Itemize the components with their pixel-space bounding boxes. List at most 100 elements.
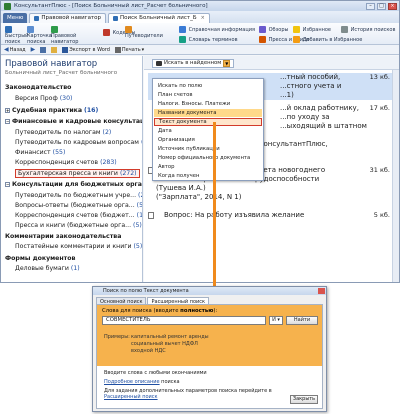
navigator-item[interactable]: Пресса и книги (бюджетные орга... (5) <box>15 222 142 229</box>
back-button[interactable]: ◀ Назад <box>4 46 26 53</box>
navigator-icon <box>34 16 40 21</box>
example-item: входной НДС <box>131 348 166 354</box>
document-icon <box>148 211 154 219</box>
dropdown-menu-item[interactable]: Текст документа <box>154 118 262 126</box>
close-button[interactable]: Закрыть <box>290 395 318 404</box>
dropdown-menu-item[interactable]: Источник публикации <box>154 145 262 153</box>
navigator-item-label: Финансовые и кадровые консультации <box>12 118 143 125</box>
search-words-input[interactable]: СОВМЕСТИТЕЛЬ <box>102 316 266 325</box>
navigator-item[interactable]: Путеводитель по бюджетным учре...(2) <box>15 192 142 199</box>
tab-bar: Меню Правовой навигатор Поиск Больничный… <box>1 11 399 23</box>
prompt-bold: полностью <box>180 308 214 314</box>
navigator-section[interactable]: − Финансовые и кадровые консультации <box>5 118 143 125</box>
navigator-item-label: Вопросы-ответы (бюджетные орга... <box>15 202 135 209</box>
collapse-icon[interactable]: − <box>5 181 10 187</box>
navigator-section[interactable]: Законодательство <box>5 84 71 91</box>
dropdown-menu-item[interactable]: План счетов <box>154 91 262 99</box>
example-item: социальный вычет НДФЛ <box>131 341 198 347</box>
dictionary-button[interactable]: Словарь терминов <box>179 36 238 43</box>
navigator-item[interactable]: Вопросы-ответы (бюджетные орга...(5) <box>15 202 143 209</box>
expand-icon[interactable]: + <box>5 107 10 113</box>
search-card-button[interactable]: Карточка поиска <box>27 26 52 45</box>
info-icon <box>179 26 186 33</box>
navigator-item-label: Консультации для бюджетных органи... <box>12 181 142 188</box>
logic-operator-select[interactable]: И ▾ <box>269 316 283 325</box>
document-title: ...ыходящий в штатном <box>280 122 367 130</box>
minimize-icon[interactable]: – <box>366 2 375 10</box>
reference-info-button[interactable]: Справочная информация <box>179 26 255 33</box>
binoculars-icon <box>156 61 162 66</box>
navigator-section[interactable]: Комментарии законодательства <box>5 233 121 240</box>
export-word-button[interactable]: Экспорт в Word <box>62 46 110 53</box>
document-title: ...й оклад работнику, <box>280 104 359 112</box>
chevron-down-icon[interactable]: ▼ <box>223 60 231 67</box>
navigator-item[interactable]: Финансист (55) <box>15 149 65 156</box>
search-history-button[interactable]: История поисков <box>341 26 395 33</box>
navigator-item[interactable]: Версия Проф (30) <box>15 95 72 102</box>
search-in-found-button[interactable]: Искать в найденном ▼ <box>152 59 235 68</box>
menu-button[interactable]: Меню <box>3 13 28 23</box>
toolbar-label: Быстрый поиск <box>5 33 29 45</box>
quick-search-button[interactable]: Быстрый поиск <box>5 26 29 45</box>
card-icon <box>27 26 34 33</box>
navigator-item-label: Версия Проф <box>15 95 58 102</box>
navigator-item[interactable]: Путеводитель по кадровым вопросам(1) <box>15 139 142 146</box>
advanced-search-link[interactable]: Расширенный поиск <box>104 394 158 400</box>
tab-search-sick-leave[interactable]: Поиск Больничный лист_Б × <box>108 13 210 23</box>
folder-icon[interactable] <box>51 46 58 53</box>
document-list-item[interactable]: ("Зарплата", 2014, N 1) <box>148 193 396 202</box>
close-icon[interactable] <box>318 288 325 294</box>
navigator-item[interactable]: Бухгалтерская пресса и книги (272) <box>15 169 140 178</box>
save-icon[interactable] <box>40 46 47 53</box>
navigator-item[interactable]: Постатейные комментарии и книги (5) <box>15 243 142 250</box>
navigator-section[interactable]: −Консультации для бюджетных органи... <box>5 181 142 188</box>
close-tab-icon[interactable]: × <box>201 15 205 22</box>
dropdown-menu-item[interactable]: Искать по полю <box>154 82 262 90</box>
print-button[interactable]: Печать ▾ <box>114 46 144 53</box>
close-icon[interactable]: × <box>388 2 397 10</box>
navigator-section[interactable]: Формы документов <box>5 255 75 262</box>
navigator-item[interactable]: Деловые бумаги (1) <box>15 265 80 272</box>
example-item: капитальный ремонт аренды <box>131 334 209 340</box>
window-title: КонсультантПлюс - [Поиск Больничный лист… <box>14 3 208 9</box>
dropdown-menu-item[interactable]: Автор <box>154 163 262 171</box>
printer-icon <box>114 46 121 53</box>
dropdown-menu-item[interactable]: Названия документа <box>154 109 262 117</box>
navigator-item[interactable]: Корреспонденция счетов (283) <box>15 159 117 166</box>
detailed-description-link[interactable]: Подробное описание <box>104 379 160 385</box>
dropdown-menu-item[interactable]: Налоги. Взносы. Платежи <box>154 100 262 108</box>
document-list-item[interactable]: Вопрос: На работу изъявила желание 5 кб. <box>148 211 396 220</box>
navigator-section[interactable]: + Судебная практика (16) <box>5 107 98 114</box>
navigator-item-label: Пресса и книги (бюджетные орга... <box>15 222 132 229</box>
navigator-item-count: (283) <box>100 159 117 166</box>
navigator-item-label: Путеводитель по кадровым вопросам <box>15 139 139 146</box>
maximize-icon[interactable]: □ <box>377 2 386 10</box>
navigator-item-label: Корреспонденция счетов (бюджет... <box>15 212 135 219</box>
history-icon <box>341 26 348 33</box>
dropdown-menu-item[interactable]: Организация <box>154 136 262 144</box>
legal-navigator-button[interactable]: Правовой навигатор <box>51 26 78 45</box>
navigator-item[interactable]: Корреспонденция счетов (бюджет...(1) <box>15 212 142 219</box>
tab-legal-navigator[interactable]: Правовой навигатор <box>29 13 106 23</box>
navigator-icon <box>51 26 58 33</box>
find-button[interactable]: Найти <box>286 316 318 325</box>
toolbar-label: История поисков <box>350 27 396 33</box>
navigator-item-count: (5) <box>136 202 143 209</box>
dropdown-menu-item[interactable]: Дата <box>154 127 262 135</box>
favorites-button[interactable]: Избранное <box>293 26 331 33</box>
dropdown-menu-item[interactable]: Номер официального документа <box>154 154 262 162</box>
arrow-right-icon[interactable]: ▶ <box>31 46 36 53</box>
list-toolbar: Искать в найденном ▼ <box>144 56 399 70</box>
add-to-favorites-button[interactable]: Добавить в Избранное <box>293 36 362 43</box>
guides-button[interactable]: Путеводители <box>125 26 163 39</box>
collapse-icon[interactable]: − <box>5 118 10 124</box>
navigator-item-label: Корреспонденция счетов <box>15 159 99 166</box>
dropdown-menu-item[interactable]: Когда получен <box>154 172 262 180</box>
navigator-item-label: Комментарии законодательства <box>5 233 122 240</box>
document-list-item[interactable]: (Тушева И.А.) <box>148 184 396 193</box>
reviews-button[interactable]: Обзоры <box>259 26 288 33</box>
callout-arrow <box>213 122 216 294</box>
scrollbar[interactable] <box>392 70 399 282</box>
navigator-item[interactable]: Путеводитель по налогам (2) <box>15 129 111 136</box>
toolbar-label: Избранное <box>302 27 331 33</box>
